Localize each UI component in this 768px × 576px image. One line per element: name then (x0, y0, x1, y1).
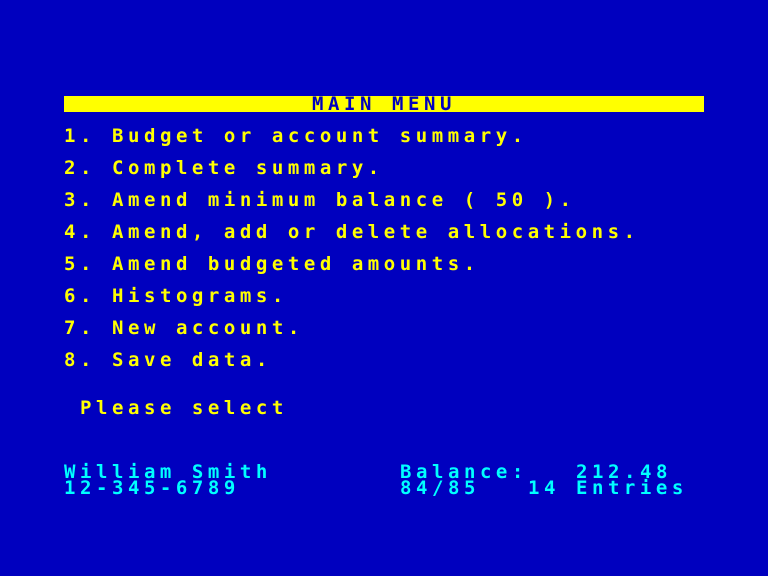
menu-item-label: New account. (111, 317, 304, 339)
menu-item-label: Complete summary. (111, 157, 384, 179)
select-prompt: Please select (80, 397, 288, 419)
menu-item-4[interactable]: 4. Amend, add or delete allocations. (64, 221, 640, 243)
menu-item-number: 5. (64, 253, 96, 275)
menu-item-label: Amend minimum balance ( 50 ). (111, 189, 576, 211)
menu-item-7[interactable]: 7. New account. (64, 317, 304, 339)
menu-item-number: 1. (64, 125, 96, 147)
main-menu-title: MAIN MENU (64, 95, 704, 114)
menu-item-8[interactable]: 8. Save data. (64, 349, 272, 371)
menu-item-number: 2. (64, 157, 96, 179)
menu-item-number: 6. (64, 285, 96, 307)
menu-item-number: 3. (64, 189, 96, 211)
menu-item-6[interactable]: 6. Histograms. (64, 285, 288, 307)
menu-item-number: 8. (64, 349, 96, 371)
menu-item-label: Amend budgeted amounts. (111, 253, 480, 275)
menu-item-2[interactable]: 2. Complete summary. (64, 157, 384, 179)
menu-item-1[interactable]: 1. Budget or account summary. (64, 125, 528, 147)
entries-count: 14 Entries (528, 477, 688, 499)
menu-item-number: 4. (64, 221, 96, 243)
account-number: 12-345-6789 (64, 477, 240, 499)
menu-item-label: Save data. (111, 349, 272, 371)
menu-item-number: 7. (64, 317, 96, 339)
menu-item-5[interactable]: 5. Amend budgeted amounts. (64, 253, 480, 275)
menu-item-label: Budget or account summary. (111, 125, 528, 147)
menu-item-3[interactable]: 3. Amend minimum balance ( 50 ). (64, 189, 576, 211)
menu-item-label: Histograms. (111, 285, 288, 307)
menu-item-label: Amend, add or delete allocations. (111, 221, 640, 243)
fiscal-period: 84/85 (400, 477, 480, 499)
